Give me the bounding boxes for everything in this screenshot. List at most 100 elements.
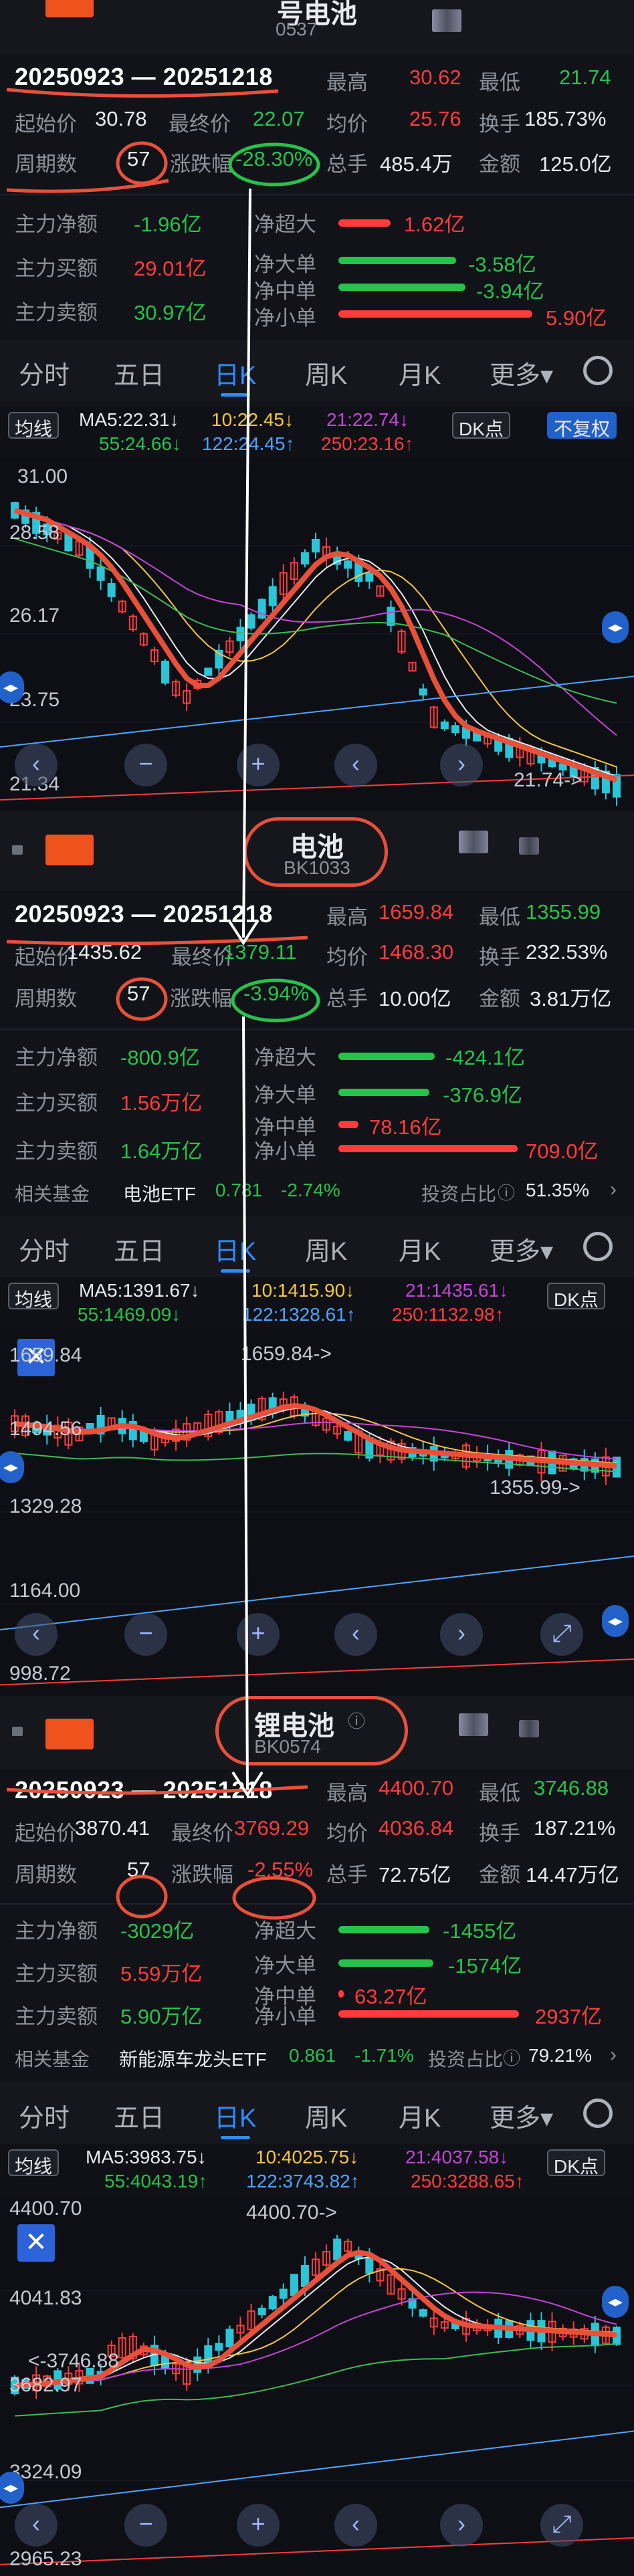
candle <box>204 1410 213 1441</box>
close-icon[interactable]: ✕ <box>17 2224 55 2262</box>
tab-weekly-k[interactable]: 周K <box>305 354 347 391</box>
vol-label: 总手 <box>326 152 368 176</box>
ma-mode-selector[interactable]: 均线 <box>8 412 60 439</box>
ma-mode-selector[interactable]: 均线 <box>8 2149 60 2177</box>
info-icon[interactable]: ⓘ <box>503 2045 520 2070</box>
dk-point-toggle[interactable]: DK点 <box>452 412 510 439</box>
turn-label: 换手 <box>479 112 520 136</box>
avg-label: 均价 <box>326 946 368 969</box>
info-icon[interactable]: ⓘ <box>498 1180 515 1204</box>
zoom-out-button[interactable]: − <box>124 1613 167 1656</box>
ma250-value: 250:1132.98↑ <box>392 1304 504 1325</box>
fund-change: -1.71% <box>354 2045 414 2066</box>
tab-weekly-k[interactable]: 周K <box>305 1230 347 1267</box>
pan-right-button[interactable]: › <box>440 744 483 786</box>
back-icon[interactable] <box>12 845 23 855</box>
vol-label: 总手 <box>326 987 368 1010</box>
tab-intraday[interactable]: 分时 <box>19 1230 70 1267</box>
ma122-value: 122:24.45↑ <box>202 433 295 454</box>
info-icon[interactable]: ⓘ <box>348 1708 365 1733</box>
right-expand-icon[interactable]: ◂▸ <box>602 611 629 643</box>
turn-label: 换手 <box>479 946 520 969</box>
gear-icon[interactable] <box>583 1232 613 1261</box>
candle <box>128 1414 137 1448</box>
scroll-left-button[interactable]: ‹ <box>15 744 58 786</box>
ma10-value: 10:1415.90↓ <box>251 1280 355 1301</box>
fund-row[interactable]: 相关基金 电池ETF 0.781 -2.74% 投资占比 ⓘ 51.35% › <box>0 1172 634 1213</box>
fund-ratio: 51.35% <box>526 1180 589 1200</box>
right-expand-icon[interactable]: ◂▸ <box>602 1605 629 1637</box>
pan-right-button[interactable]: › <box>440 2504 483 2547</box>
expand-icon[interactable]: ⤢ <box>540 1613 583 1656</box>
left-expand-icon[interactable]: ◂▸ <box>0 671 24 704</box>
pan-right-button[interactable]: › <box>440 1613 483 1656</box>
candlestick-chart[interactable]: ✕ 4400.70 4041.83 3682.97 3324.09 2965.2… <box>0 2195 634 2576</box>
dk-point-toggle[interactable]: DK点 <box>547 2149 605 2177</box>
ma122-line <box>0 1555 634 1630</box>
tab-monthly-k[interactable]: 月K <box>399 1230 441 1267</box>
candle <box>300 549 309 568</box>
candle <box>344 1430 352 1442</box>
fund-row[interactable]: 相关基金 新能源车龙头ETF 0.861 -1.71% 投资占比 ⓘ 79.21… <box>0 2037 634 2078</box>
right-expand-icon[interactable]: ◂▸ <box>602 2286 629 2318</box>
tab-five-day[interactable]: 五日 <box>114 354 165 391</box>
zoom-in-button[interactable]: + <box>237 2504 280 2547</box>
expand-icon[interactable]: ⤢ <box>540 2504 583 2547</box>
tab-daily-k[interactable]: 日K <box>214 2097 256 2134</box>
ma250-line <box>0 2537 634 2565</box>
low-label: 最低 <box>479 1782 520 1805</box>
avg-value: 1468.30 <box>379 940 454 964</box>
gear-icon[interactable] <box>583 2099 613 2128</box>
zoom-in-button[interactable]: + <box>237 744 280 786</box>
dk-point-toggle[interactable]: DK点 <box>547 1283 605 1310</box>
ma-mode-selector[interactable]: 均线 <box>8 1283 60 1310</box>
tab-more[interactable]: 更多▾ <box>490 354 553 391</box>
gear-icon[interactable] <box>583 356 613 385</box>
left-expand-icon[interactable]: ◂▸ <box>0 1451 24 1483</box>
flow-row-2: 主力买额 1.56万亿 净大单 -376.9亿 净中单 78.16亿 <box>0 1078 634 1139</box>
tab-monthly-k[interactable]: 月K <box>399 354 441 391</box>
y-tick: 3682.97 <box>9 2374 82 2396</box>
tab-five-day[interactable]: 五日 <box>114 2097 165 2134</box>
back-icon[interactable] <box>12 1727 23 1736</box>
candle <box>344 2238 352 2254</box>
candle <box>268 2294 277 2311</box>
candle <box>322 537 331 567</box>
low-marker: 1355.99-> <box>490 1477 580 1499</box>
candlestick-chart[interactable]: 31.00 28.58 26.17 23.75 21.34 21.74-> ‹ … <box>0 457 634 811</box>
pan-left-button[interactable]: ‹ <box>334 744 377 786</box>
tab-intraday[interactable]: 分时 <box>19 354 70 391</box>
scroll-left-button[interactable]: ‹ <box>15 1613 58 1656</box>
candlestick-chart[interactable]: ✕ 1659.84 1494.56 1329.28 1164.00 998.72… <box>0 1328 634 1696</box>
pan-left-button[interactable]: ‹ <box>334 1613 377 1656</box>
scroll-left-button[interactable]: ‹ <box>15 2504 58 2547</box>
tab-daily-k[interactable]: 日K <box>214 354 256 391</box>
end-value: 3769.29 <box>234 1816 310 1840</box>
tab-weekly-k[interactable]: 周K <box>305 2097 347 2134</box>
zoom-out-button[interactable]: − <box>124 744 167 786</box>
main-sell-value: 30.97亿 <box>134 301 207 324</box>
y-tick: 26.17 <box>9 605 60 627</box>
zoom-out-button[interactable]: − <box>124 2504 167 2547</box>
ma250-value: 250:23.16↑ <box>321 433 414 454</box>
tab-more[interactable]: 更多▾ <box>490 1230 553 1267</box>
candle <box>107 578 116 603</box>
tab-intraday[interactable]: 分时 <box>19 2097 70 2134</box>
tab-monthly-k[interactable]: 月K <box>399 2097 441 2134</box>
tab-more[interactable]: 更多▾ <box>490 2097 553 2134</box>
zoom-in-button[interactable]: + <box>237 1613 280 1656</box>
y-tick: 1659.84 <box>9 1344 82 1366</box>
fund-label: 相关基金 <box>15 1184 90 1204</box>
super-bar <box>338 219 391 227</box>
candle <box>150 646 158 665</box>
tab-five-day[interactable]: 五日 <box>114 1230 165 1267</box>
small-bar <box>338 310 532 318</box>
amt-label: 金额 <box>479 987 520 1010</box>
main-buy-label: 主力买额 <box>15 257 98 280</box>
candle <box>225 637 234 657</box>
small-bar <box>338 1145 518 1152</box>
pan-left-button[interactable]: ‹ <box>334 2504 377 2547</box>
left-expand-icon[interactable]: ◂▸ <box>0 2472 24 2504</box>
tab-daily-k[interactable]: 日K <box>214 1230 256 1267</box>
price-adjust-toggle[interactable]: 不复权 <box>547 412 617 439</box>
